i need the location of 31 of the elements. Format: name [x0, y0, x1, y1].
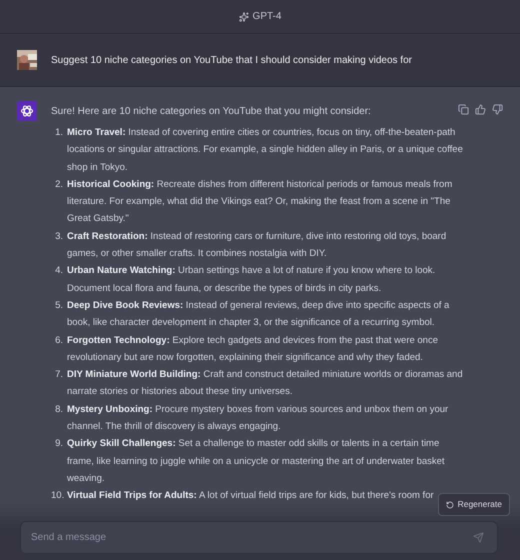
list-number: 7. [54, 368, 64, 382]
list-item-text: Micro Travel: Instead of covering entire cities or countries, focus on tiny, off-the-beaten-path locations or singular attractions. For example, a single hidden alley in Paris, or a unique coffee shop in Tokyo. [67, 126, 464, 175]
assistant-avatar-icon [17, 101, 37, 121]
sparkle-icon [238, 12, 249, 22]
list-item-text: Historical Cooking: Recreate dishes from different historical periods or famous meals from literature. For example, what did the Vikings eat? Or, making the feast from a scene in "The Great Gatsby." [67, 178, 454, 226]
list-item-text: Craft Restoration: Instead of restoring cars or furniture, dive into restoring old toys, board games, or other smaller crafts. It combines nostalgia with DIY. [67, 230, 448, 262]
list-item-text: Deep Dive Book Reviews: Instead of general reviews, deep dive into specific aspects of a book, like character development in chapter 3, or the significance of a recurring symbol. [67, 298, 450, 330]
list-number: 8. [54, 402, 64, 417]
regenerate-button[interactable]: Regenerate [438, 493, 510, 516]
list-number: 10. [51, 489, 66, 504]
list-number: 1. [54, 126, 64, 140]
list-item-text: Urban Nature Watching: Urban settings have a lot of nature if you know where to look. Document local flora and fauna, or describe the types of birds in city parks. [67, 264, 436, 296]
list-number: 9. [54, 437, 64, 452]
regenerate-icon [446, 500, 454, 509]
list-number: 5. [54, 298, 64, 313]
model-name: GPT-4 [252, 10, 282, 24]
message-input[interactable]: Send a message [20, 521, 498, 554]
list-item-text: DIY Miniature World Building: Craft and construct detailed miniature worlds or dioramas and narrate stories or histories about these tiny universes. [67, 368, 464, 400]
thumbs-down-icon[interactable] [492, 104, 503, 115]
list-item-text: Forgotten Technology: Explore tech gadgets and devices from the past that were once revolutionary but are now forgotten, explaining their significance and why they faded. [67, 334, 440, 365]
list-number: 3. [54, 230, 64, 244]
list-number: 6. [54, 334, 64, 348]
copy-icon[interactable] [458, 104, 469, 115]
list-number: 2. [54, 178, 64, 192]
list-number: 4. [54, 264, 64, 278]
list-item-text: Quirky Skill Challenges: Set a challenge to master odd skills or talents in a certain time frame, like learning to juggle while on a unicycle or mastering the art of underwater basket weaving. [67, 437, 446, 486]
assistant-intro: Sure! Here are 10 niche categories on YouTube that you might consider: [51, 105, 372, 119]
thumbs-up-icon[interactable] [475, 104, 486, 115]
list-item-text: Mystery Unboxing: Procure mystery boxes from various sources and unbox them on your channel. The thrill of discovery is always engaging. [67, 402, 450, 434]
list-item-text: Virtual Field Trips for Adults: A lot of virtual field trips are for kids, but there's room for [67, 489, 434, 504]
user-message: Suggest 10 niche categories on YouTube that I should consider making videos for [51, 54, 412, 68]
